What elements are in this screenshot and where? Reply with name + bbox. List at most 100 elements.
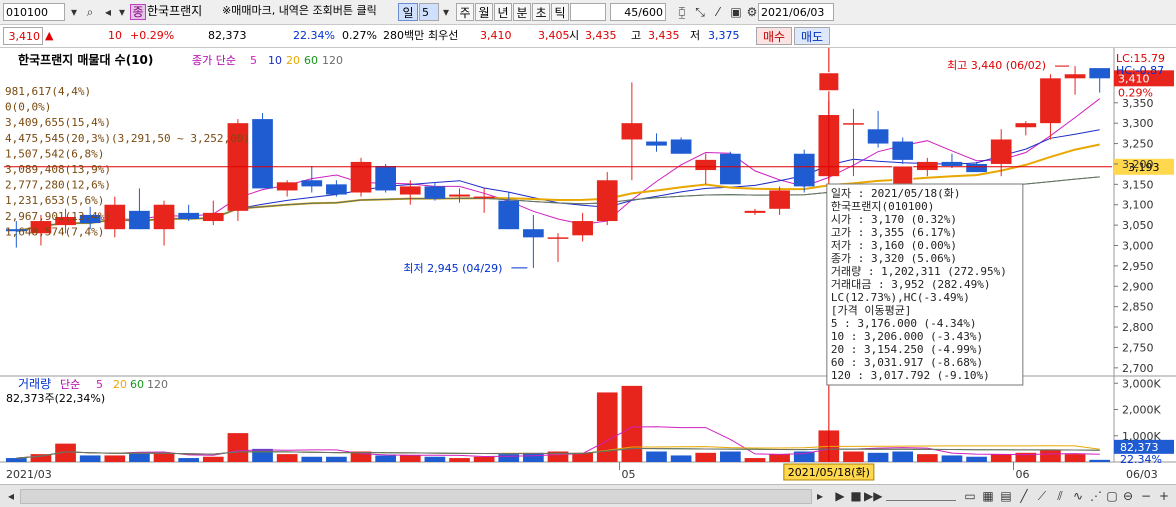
plus-icon[interactable]: + [1156,488,1172,504]
scroll-track[interactable] [20,489,812,504]
zoom-out-icon[interactable]: ⊖ [1120,488,1136,504]
price-volume-chart[interactable]: 2021/05/18(화)3,1933,4100.29%LC:15.79HC:-… [0,48,1176,484]
volume-profile-label: 2,967,901(13,4%) [5,210,111,223]
tab-day[interactable]: 일 [398,3,418,21]
candle-body [473,196,495,199]
scroll-right-icon[interactable]: ▸ [812,488,828,504]
candle-body [498,200,520,230]
volume-profile-label: 1,231,653(5,6%) [5,194,104,207]
y-tick-label: 2,950 [1122,260,1154,273]
channel-tool-icon[interactable]: ⫽ [1052,488,1068,504]
fast-forward-icon[interactable]: ▶▶ [864,488,882,504]
stock-name: 한국프랜지 [147,4,203,18]
volume-panel-subtitle: 82,373주(22,34%) [6,392,105,405]
play-icon[interactable]: ▶ [832,488,848,504]
trend-tool-icon[interactable]: ⟋ [1034,488,1050,504]
chevron-down-icon[interactable]: ▾ [438,4,454,20]
sell-button[interactable]: 매도 [794,27,830,45]
period-count-input[interactable]: 5 [419,3,439,21]
tab-year[interactable]: 년 [494,3,512,21]
line-tool-icon[interactable]: ╱ [1016,488,1032,504]
stop-icon[interactable]: ■ [848,488,864,504]
layout-icon[interactable]: ▭ [962,488,978,504]
candle-body [990,139,1012,164]
search-icon[interactable]: ⌕ [82,4,98,20]
tooltip-line: [가격 이동평균] [831,304,912,317]
draw-line-icon[interactable]: ⁄ [710,4,726,20]
candle-body [867,129,889,144]
volume-ratio: 22.34% [293,29,335,42]
zoom-slider[interactable] [886,490,956,501]
change-arrow-icon: ▲ [45,29,54,42]
y-tick-label: 2,900 [1122,280,1154,293]
candle-body [153,204,175,230]
stock-code-input[interactable]: 010100 [3,3,65,21]
chart-area[interactable]: 2021/05/18(화) 3,193 3,410 0.29% LC:15.79 HC:-… [0,48,1176,484]
candle-body [843,123,864,125]
candle-settings-icon[interactable]: ⧮ [674,4,690,20]
tab-week[interactable]: 주 [456,3,474,21]
candle-body [252,119,273,189]
candle-body [523,229,544,238]
volume-bar [646,451,667,462]
grid-icon[interactable]: ▦ [980,488,996,504]
tooltip-line: 120 : 3,017.792 (-9.10%) [831,369,990,382]
change-percent: +0.29% [130,29,175,42]
volume-ma-label: 단순 [60,378,80,391]
tick-option-select[interactable] [570,3,606,21]
candle-body [449,194,470,197]
volume-bar [1089,459,1111,462]
volume-bar [744,458,766,462]
chevron-down-icon[interactable]: ▾ [114,4,130,20]
volume-bar [301,456,323,462]
y-tick-label: 3,050 [1122,219,1154,232]
volume-bar [252,448,273,462]
tab-tick[interactable]: 틱 [551,3,569,21]
tab-second[interactable]: 초 [532,3,550,21]
volume-bar [892,451,914,462]
volume-bar [153,452,175,462]
tile-icon[interactable]: ▤ [998,488,1014,504]
candle-body [646,141,667,146]
volume-profile-label: 3,409,655(15,4%) [5,116,111,129]
y-tick-label: 3,100 [1122,199,1154,212]
volume-profile-label: 4,475,545(20,3%)(3,291,50 ~ 3,252,00) [5,132,250,145]
volume-percent-tag: 22.34% [1120,453,1162,466]
wave-tool-icon[interactable]: ∿ [1070,488,1086,504]
volume-bar [326,456,347,462]
open-label: 시 [569,29,580,42]
chart-scrollbar[interactable]: ◂ ▸ ▶ ■ ▶▶ ▭ ▦ ▤ ╱ ⟋ ⫽ ∿ ⋰ ▢ ⊖ − + [0,484,1176,507]
scroll-left-icon[interactable]: ◂ [3,488,19,504]
count-input[interactable]: 45/600 [610,3,666,21]
candle-body [621,123,643,140]
candle-body [129,210,150,230]
minus-icon[interactable]: − [1138,488,1154,504]
volume-bar [449,458,470,462]
notice-text: ※매매마크, 내역은 조회버튼 클릭 [222,4,377,17]
candle-body [769,190,790,209]
tab-month[interactable]: 월 [475,3,493,21]
save-icon[interactable]: ▣ [728,4,744,20]
chart-tools-icon[interactable]: ⤡ [692,4,708,20]
buy-button[interactable]: 매수 [756,27,792,45]
date-input[interactable]: 2021/06/03 [758,3,834,21]
volume-bar [941,455,963,462]
tab-minute[interactable]: 분 [513,3,531,21]
fib-tool-icon[interactable]: ⋰ [1088,488,1104,504]
candle-body [793,153,815,187]
volume-bar [769,454,790,462]
y-tick-label: 3,250 [1122,138,1154,151]
dropdown-arrow-icon[interactable]: ▾ [66,4,82,20]
y-tick-label: 2,800 [1122,321,1154,334]
box-tool-icon[interactable]: ▢ [1104,488,1120,504]
high-label: 고 [631,29,642,42]
candle-body [596,180,618,222]
x-tick-label: 06/03 [1126,468,1158,481]
stock-group-icon[interactable]: 종 [130,4,146,20]
best-ask-label: 최우선 [428,29,459,42]
y-tick-label: 3,350 [1122,97,1154,110]
turnover-value: 0.27% [342,29,377,42]
volume-bar [621,385,643,462]
tooltip-line: 거래량 : 1,202,311 (272.95%) [831,265,1007,278]
ma-period-5: 5 [250,54,257,67]
